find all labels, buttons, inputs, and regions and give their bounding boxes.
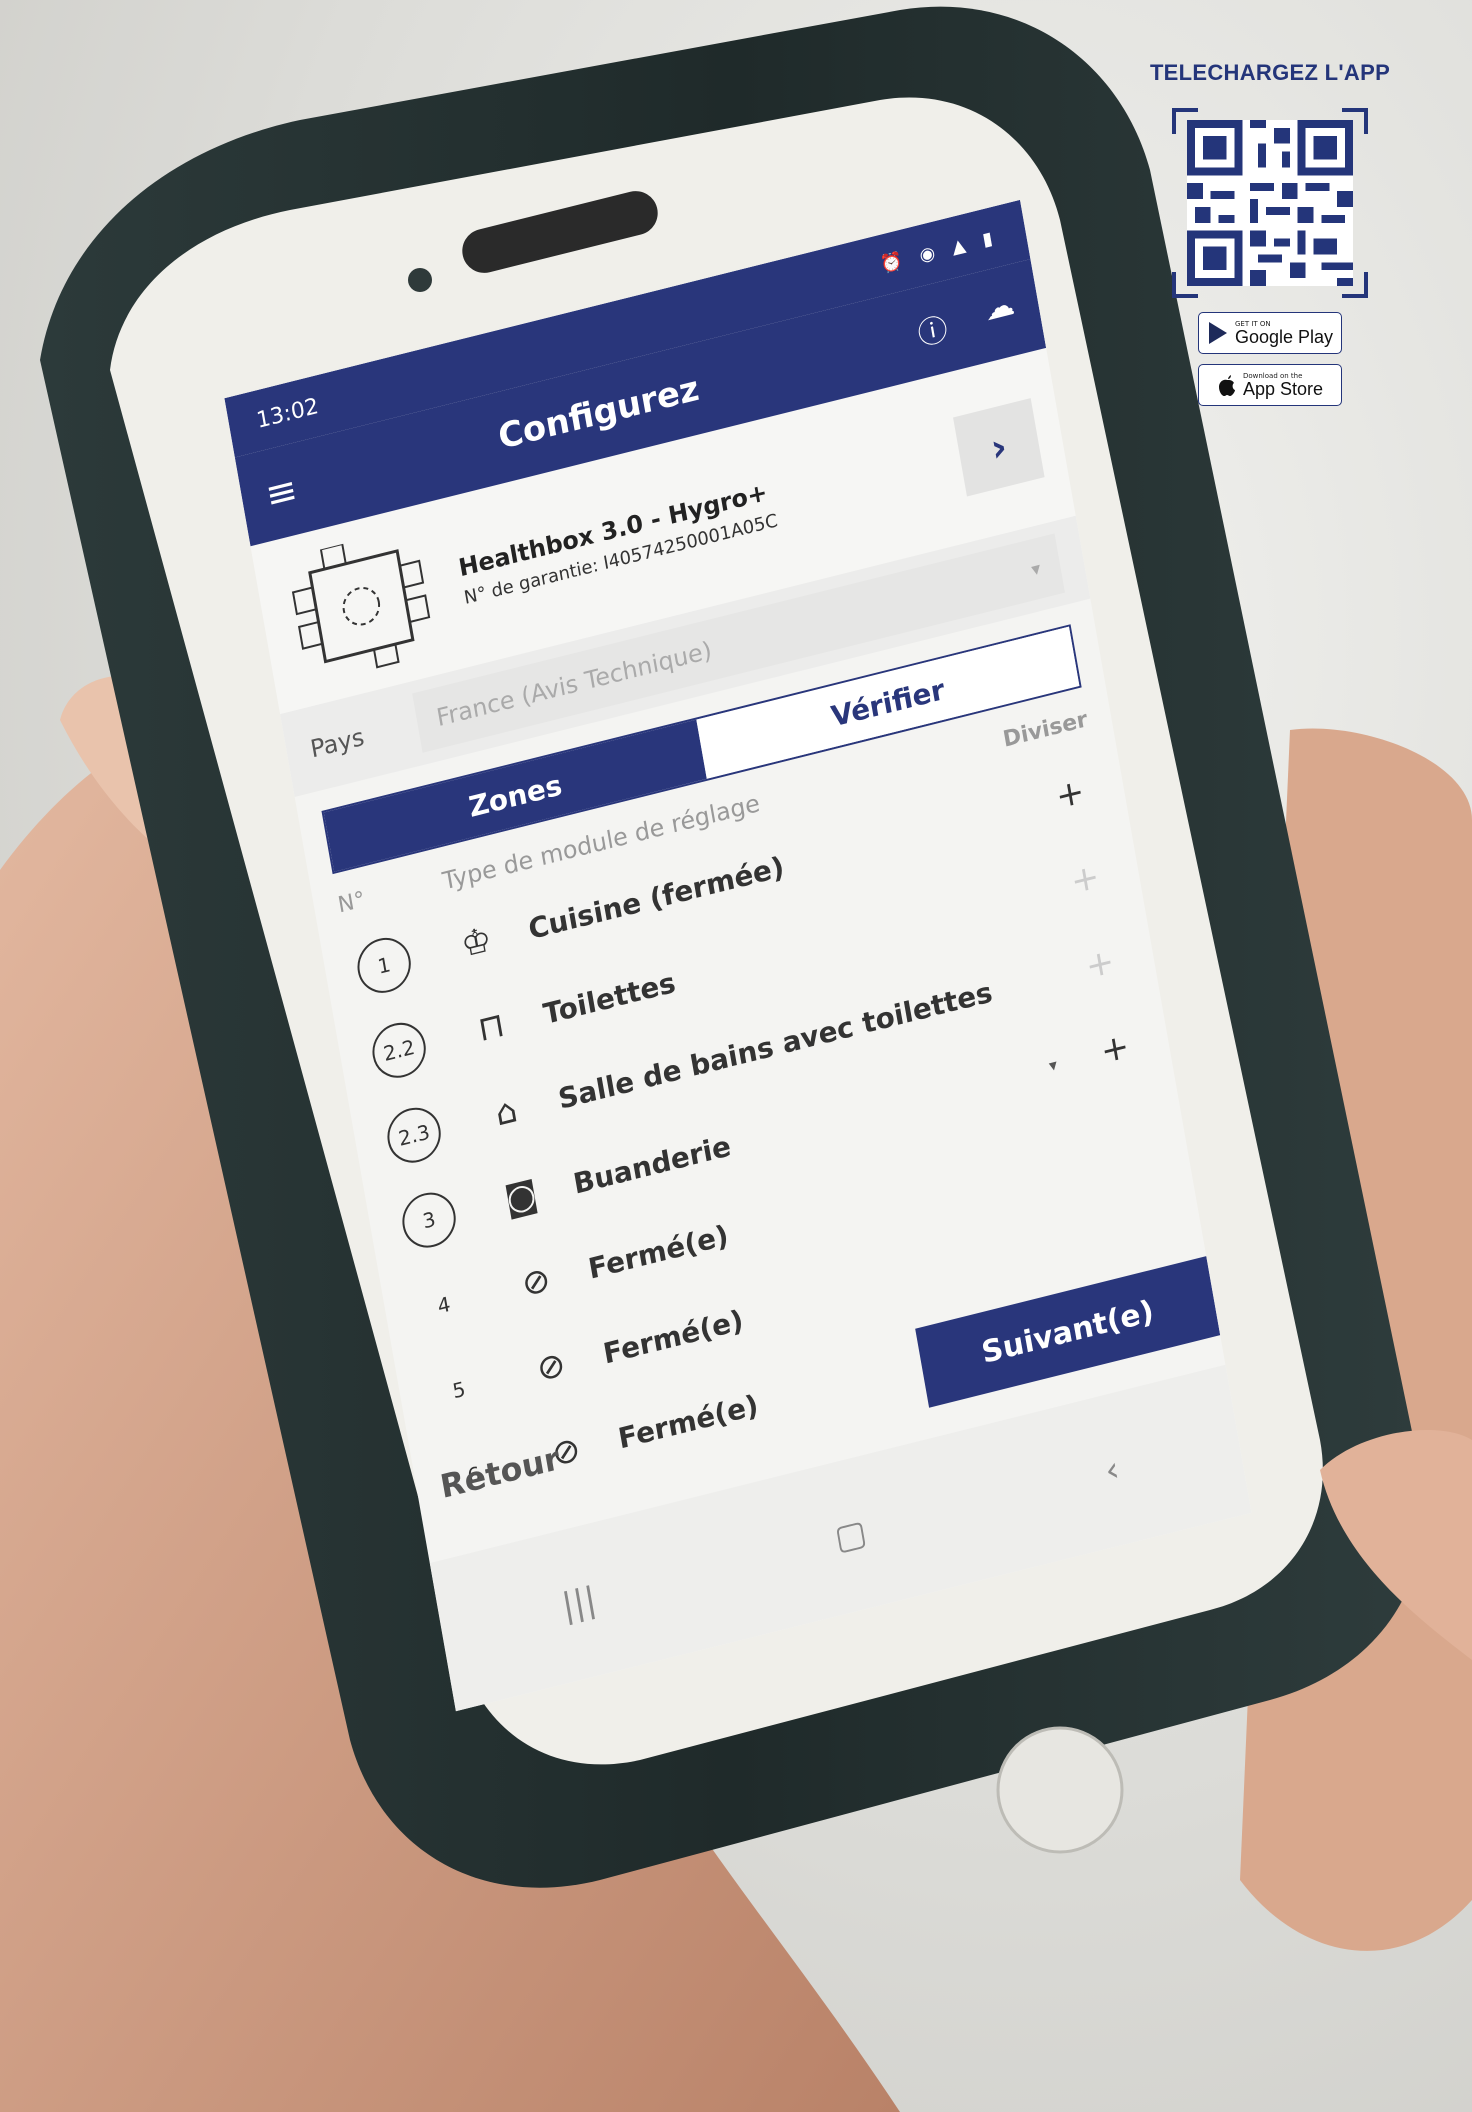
plus-icon[interactable]: + (1082, 1022, 1147, 1076)
pays-label: Pays (308, 722, 367, 764)
plus-icon[interactable]: + (1038, 767, 1103, 821)
cloud-off-icon[interactable]: ☁ (982, 287, 1019, 338)
closed-icon: ⊘ (533, 1343, 569, 1391)
zone-number: 4 (435, 1291, 453, 1319)
promo-panel: TELECHARGEZ L'APP GET IT ON Google Play (1120, 60, 1420, 406)
zone-label: Buanderie (570, 1128, 734, 1201)
device-info: Healthbox 3.0 - Hygro+ N° de garantie: I… (456, 476, 779, 608)
closed-icon: ⊘ (518, 1258, 554, 1306)
qr-code[interactable] (1172, 108, 1368, 298)
zone-number: 3 (391, 1186, 468, 1254)
chef-hat-icon: ♔ (458, 918, 495, 966)
phone-home-button (996, 1726, 1124, 1854)
home-icon[interactable]: ▢ (832, 1512, 870, 1559)
zone-label: Fermé(e) (585, 1217, 731, 1286)
zone-number: 2.3 (376, 1102, 453, 1169)
col-num: N° (336, 887, 368, 919)
chevron-right-icon[interactable]: › (953, 398, 1045, 497)
bathtub-icon: ⌂ (492, 1089, 521, 1135)
washing-machine-icon: ◙ (501, 1173, 541, 1221)
zone-number: 5 (450, 1376, 468, 1404)
app-bar-actions: ⓘ ☁ (914, 287, 1019, 355)
promo-title: TELECHARGEZ L'APP (1149, 60, 1391, 85)
zone-number: 1 (346, 932, 423, 999)
status-icons: ⏰ ◉ ▲ ▮ (878, 225, 1000, 276)
recent-apps-icon[interactable]: ||| (559, 1579, 599, 1627)
dropdown-caret-icon: ▾ (1047, 1054, 1059, 1075)
device-diagram-icon (291, 542, 431, 669)
app-store-button[interactable]: Download on the App Store (1198, 364, 1342, 406)
toilet-icon: ⊓ (474, 1004, 508, 1051)
plus-icon[interactable]: + (1067, 937, 1132, 991)
hamburger-menu-icon[interactable]: ≡ (262, 460, 328, 518)
google-play-button[interactable]: GET IT ON Google Play (1198, 312, 1342, 354)
apple-icon (1218, 375, 1235, 396)
plus-icon[interactable]: + (1053, 852, 1118, 906)
google-play-label: Google Play (1234, 327, 1334, 347)
app-store-label: App Store (1242, 379, 1324, 399)
zone-label: Toilettes (540, 965, 678, 1031)
google-play-icon (1208, 322, 1227, 344)
status-time: 13:02 (254, 393, 321, 434)
zone-label: Fermé(e) (600, 1302, 746, 1371)
info-icon[interactable]: ⓘ (914, 304, 951, 355)
back-icon[interactable]: ‹ (1102, 1449, 1122, 1492)
zone-number: 2.2 (361, 1017, 438, 1084)
dropdown-caret-icon: ▾ (1029, 557, 1043, 581)
qr-code-icon (1187, 120, 1353, 286)
